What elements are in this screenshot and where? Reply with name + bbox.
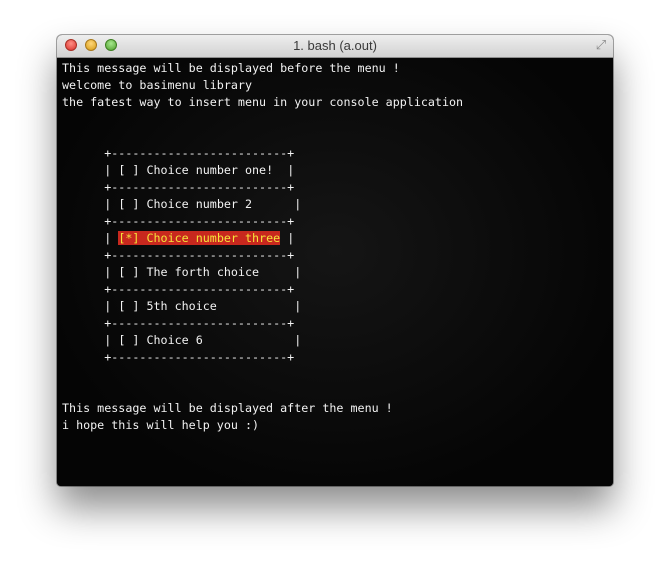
header-line: the fatest way to insert menu in your co… [62,95,464,109]
title-bar[interactable]: 1. bash (a.out) ⤢ [57,35,613,58]
menu-border: +-------------------------+ [104,146,295,160]
menu-item-label: [ ] Choice number 2 [118,197,288,211]
menu-item[interactable]: | [ ] Choice 6 | [62,332,613,349]
menu-item-label: [ ] Choice 6 [118,333,288,347]
footer-line: This message will be displayed after the… [62,401,393,415]
fullscreen-icon[interactable]: ⤢ [593,38,609,54]
menu-item-selected[interactable]: | [*] Choice number three | [62,230,613,247]
menu-border: +-------------------------+ [104,350,295,364]
menu-border: +-------------------------+ [104,214,295,228]
menu-item[interactable]: | [ ] Choice number one! | [62,162,613,179]
footer-line: i hope this will help you :) [62,418,260,432]
window-title: 1. bash (a.out) [293,38,377,53]
menu-item[interactable]: | [ ] 5th choice | [62,298,613,315]
menu-item[interactable]: | [ ] The forth choice | [62,264,613,281]
menu-item-label: [ ] 5th choice [118,299,288,313]
menu-item-label: [ ] Choice number one! [118,163,281,177]
menu-border: +-------------------------+ [104,282,295,296]
menu-border: +-------------------------+ [104,248,295,262]
header-line: welcome to basimenu library [62,78,252,92]
menu-border: +-------------------------+ [104,180,295,194]
terminal-output[interactable]: This message will be displayed before th… [57,58,613,486]
terminal-window: 1. bash (a.out) ⤢ This message will be d… [57,35,613,486]
menu-item-label-selected: [*] Choice number three [118,231,281,245]
menu-box: +-------------------------+ | [ ] Choice… [62,145,613,366]
menu-border: +-------------------------+ [104,316,295,330]
menu-item-label: [ ] The forth choice [118,265,288,279]
menu-item[interactable]: | [ ] Choice number 2 | [62,196,613,213]
header-line: This message will be displayed before th… [62,61,400,75]
